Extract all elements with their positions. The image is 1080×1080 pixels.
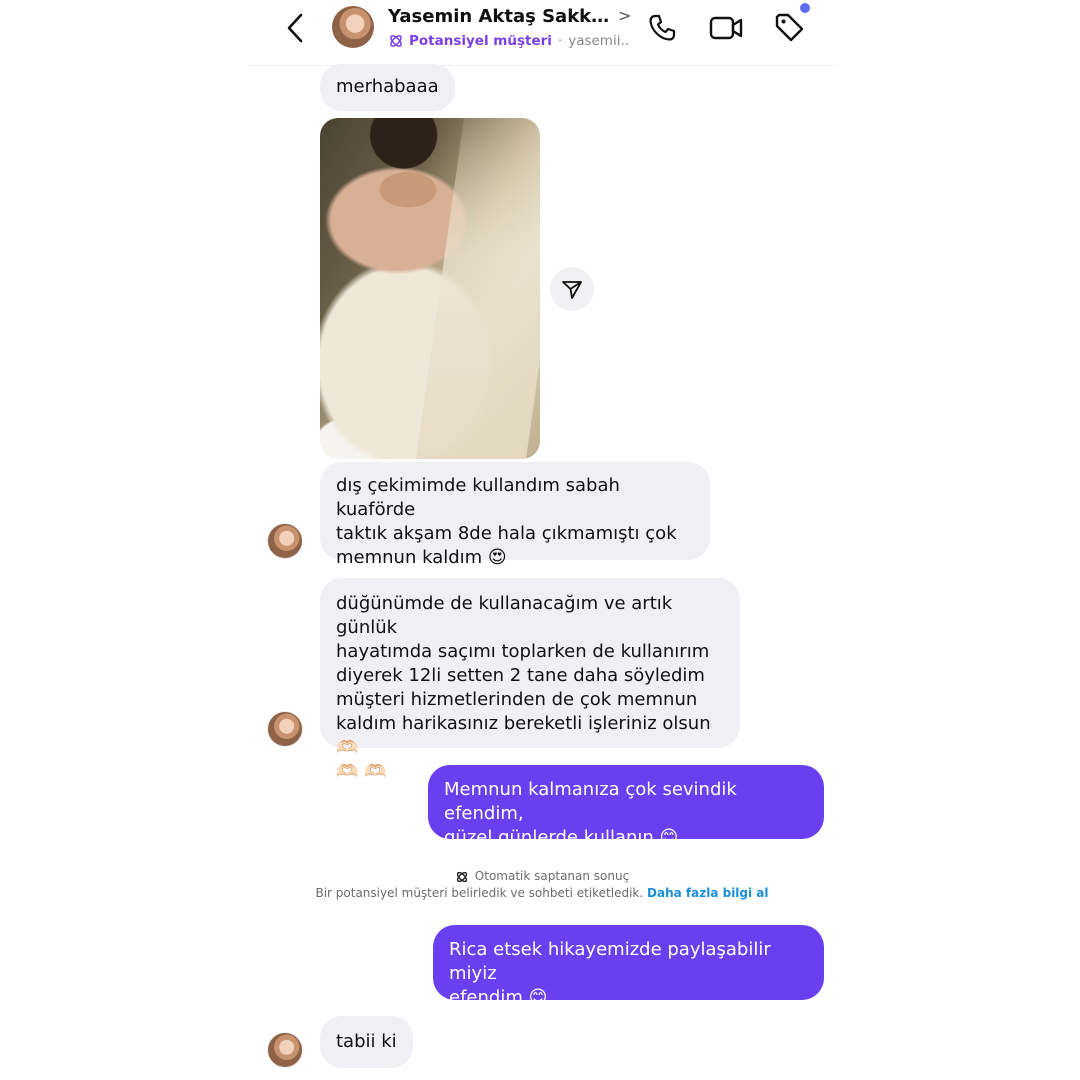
contact-subtitle: Potansiyel müşteri · yasemii... bbox=[388, 31, 628, 51]
back-button[interactable] bbox=[280, 10, 310, 46]
notice-body-text: Bir potansiyel müşteri belirledik ve soh… bbox=[315, 886, 644, 900]
sender-avatar[interactable] bbox=[267, 1032, 303, 1068]
video-call-button[interactable] bbox=[706, 10, 746, 46]
lead-badge-icon bbox=[388, 33, 404, 49]
notice-body: Bir potansiyel müşteri belirledik ve soh… bbox=[248, 885, 836, 902]
phone-icon bbox=[649, 14, 676, 41]
back-chevron-icon bbox=[287, 13, 303, 43]
chat-screen: Yasemin Aktaş Sakkao... > Potansiyel müş… bbox=[0, 0, 1080, 1080]
auto-detect-notice: Otomatik saptanan sonuç Bir potansiyel m… bbox=[248, 868, 836, 902]
notice-title: Otomatik saptanan sonuç bbox=[248, 868, 836, 885]
message-bubble-incoming[interactable]: düğünümde de kullanacağım ve artık günlü… bbox=[320, 578, 740, 782]
separator-dot: · bbox=[557, 33, 563, 49]
send-share-icon bbox=[562, 281, 582, 299]
contact-name[interactable]: Yasemin Aktaş Sakkao... bbox=[388, 6, 614, 27]
contact-avatar[interactable] bbox=[332, 6, 374, 48]
notice-title-text: Otomatik saptanan sonuç bbox=[474, 869, 630, 883]
message-bubble-outgoing[interactable]: Rica etsek hikayemizde paylaşabilir miyi… bbox=[433, 925, 824, 1008]
call-button[interactable] bbox=[644, 10, 680, 46]
message-bubble-incoming[interactable]: merhabaaa bbox=[320, 64, 455, 111]
sender-avatar[interactable] bbox=[267, 711, 303, 747]
profile-chevron-icon[interactable]: > bbox=[618, 6, 631, 25]
share-button[interactable] bbox=[550, 267, 594, 311]
message-bubble-incoming[interactable]: tabii ki bbox=[320, 1016, 413, 1068]
video-camera-icon bbox=[709, 16, 743, 40]
chat-header: Yasemin Aktaş Sakkao... > Potansiyel müş… bbox=[248, 0, 836, 66]
message-image[interactable] bbox=[320, 118, 540, 459]
photo-veil-detail bbox=[416, 118, 540, 459]
tag-icon bbox=[775, 13, 804, 42]
sender-avatar[interactable] bbox=[267, 523, 303, 559]
message-bubble-incoming[interactable]: dış çekimimde kullandım sabah kuaförde t… bbox=[320, 462, 710, 568]
label-button[interactable] bbox=[772, 10, 808, 46]
lead-badge-icon bbox=[456, 871, 467, 882]
lead-label: Potansiyel müşteri bbox=[409, 33, 552, 49]
contact-username: yasemii... bbox=[568, 33, 628, 49]
learn-more-link[interactable]: Daha fazla bilgi al bbox=[647, 886, 768, 900]
message-bubble-outgoing[interactable]: Memnun kalmanıza çok sevindik efendim, g… bbox=[428, 765, 824, 848]
notification-dot bbox=[800, 3, 810, 13]
